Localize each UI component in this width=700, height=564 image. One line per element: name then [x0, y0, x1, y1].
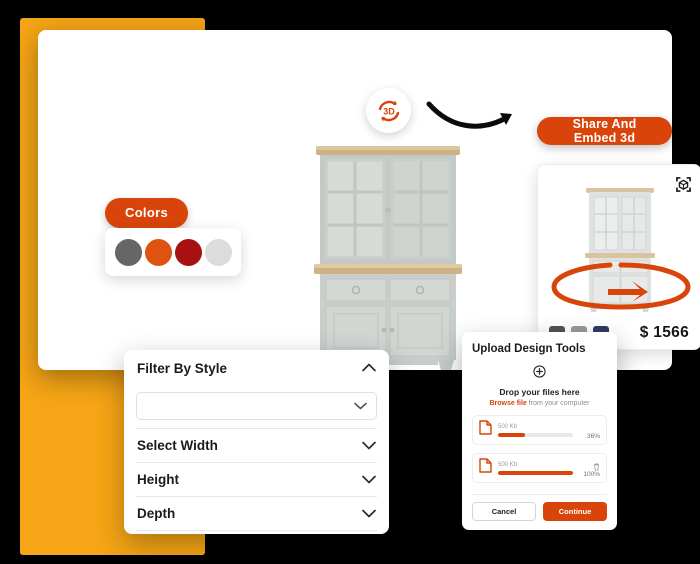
accordion-label: Depth: [137, 506, 176, 521]
uploaded-file-row: 500 Kb 36%: [472, 415, 607, 445]
curved-arrow-icon: [426, 92, 518, 139]
svg-text:3D: 3D: [383, 106, 395, 116]
color-swatch-dark-red[interactable]: [174, 238, 202, 266]
share-and-embed-3d-button[interactable]: Share And Embed 3d: [537, 117, 672, 145]
upload-plus-icon: [533, 365, 546, 382]
upload-progress-bar: [498, 433, 573, 438]
dropzone-subtext-tail: from your computer: [526, 400, 590, 407]
accordion-header-filter-by-style[interactable]: Filter By Style: [136, 350, 377, 386]
dialog-title: Upload Design Tools: [472, 343, 586, 355]
file-meta: 500 Kb: [498, 461, 573, 476]
divider: [136, 530, 377, 531]
color-swatch-light-gray[interactable]: [204, 238, 232, 266]
chevron-up-icon[interactable]: [362, 359, 376, 377]
file-meta: 500 Kb: [498, 423, 573, 438]
colors-label-pill: Colors: [105, 198, 188, 228]
orbit-rotation-arrow-icon: [548, 257, 694, 316]
dialog-actions: Cancel Continue: [472, 502, 607, 521]
accordion-header-depth[interactable]: Depth: [136, 497, 377, 530]
uploaded-file-row: 500 Kb 100%: [472, 453, 607, 483]
accordion-label: Select Width: [137, 438, 218, 453]
divider: [472, 494, 607, 495]
upload-design-tools-dialog: Upload Design Tools Drop your files here…: [462, 332, 617, 530]
color-swatch-orange[interactable]: [144, 238, 172, 266]
chevron-down-icon[interactable]: [354, 397, 367, 415]
trash-icon[interactable]: [593, 458, 600, 476]
accordion-header-select-width[interactable]: Select Width: [136, 429, 377, 462]
chevron-down-icon[interactable]: [362, 437, 376, 455]
screenshot-stage: Colors 3D Share And Embed 3d $ 1566 Filt…: [0, 0, 700, 564]
file-icon: [479, 458, 492, 478]
style-select-input[interactable]: [136, 392, 377, 420]
product-image-main: [314, 140, 462, 380]
accordion-label: Height: [137, 472, 179, 487]
filter-accordion-panel: Filter By Style Select Width Height Dept…: [124, 350, 389, 534]
accordion-header-height[interactable]: Height: [136, 463, 377, 496]
product-preview-card[interactable]: $ 1566: [537, 164, 700, 350]
upload-progress-bar: [498, 471, 573, 476]
product-price: $ 1566: [639, 324, 689, 341]
file-icon: [479, 420, 492, 440]
ar-cube-icon[interactable]: [676, 177, 691, 197]
chevron-down-icon[interactable]: [362, 505, 376, 523]
continue-button[interactable]: Continue: [543, 502, 607, 521]
browse-file-link[interactable]: Browse file: [490, 400, 527, 407]
dropzone-subtext: Browse file from your computer: [472, 400, 607, 407]
upload-progress-fill: [498, 471, 573, 476]
rotate-3d-icon[interactable]: 3D: [366, 88, 411, 133]
color-swatch-group: [105, 228, 241, 276]
dropzone-headline: Drop your files here: [499, 387, 580, 397]
file-size: 500 Kb: [498, 424, 518, 431]
upload-progress-fill: [498, 433, 525, 438]
file-size: 500 Kb: [498, 462, 518, 469]
cancel-button[interactable]: Cancel: [472, 502, 536, 521]
file-dropzone[interactable]: Drop your files here Browse file from yo…: [472, 365, 607, 407]
upload-progress-label: 36%: [586, 433, 600, 440]
configurator-card: Colors 3D Share And Embed 3d $ 1566: [38, 30, 700, 370]
chevron-down-icon[interactable]: [362, 471, 376, 489]
accordion-label: Filter By Style: [137, 360, 228, 376]
color-swatch-dark-gray[interactable]: [114, 238, 142, 266]
